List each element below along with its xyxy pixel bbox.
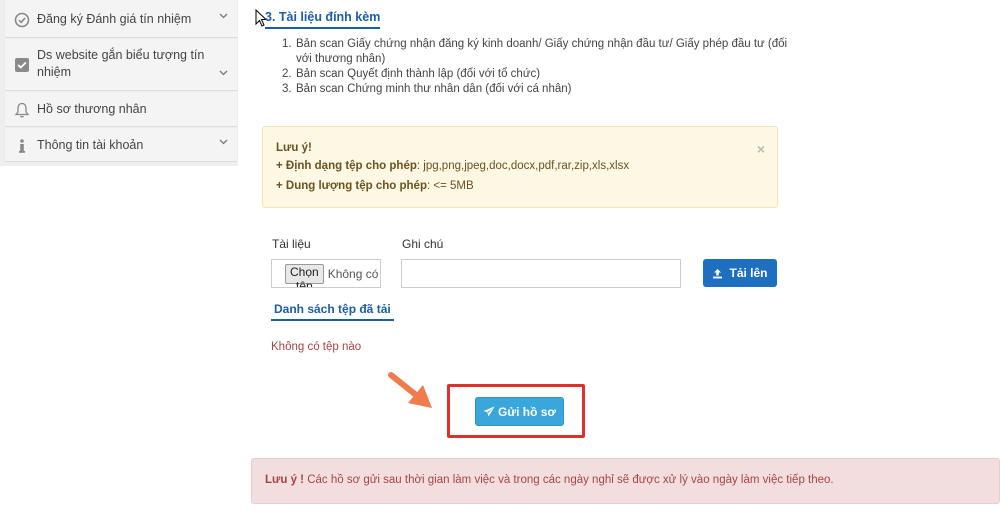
chevron-down-icon — [219, 137, 229, 148]
warning-title: Lưu ý! — [276, 142, 312, 154]
pointer-arrow-icon — [388, 370, 438, 415]
file-requirements-warning: Lưu ý! + Định dạng tệp cho phép: jpg,png… — [262, 126, 778, 208]
selected-file-name: Không có tệp nào được chọn — [327, 266, 380, 281]
send-icon — [483, 406, 495, 417]
sidebar-item-label: Hồ sơ thương nhân — [37, 102, 147, 116]
sidebar-item-label: Thông tin tài khoản — [37, 138, 144, 152]
required-documents-list: 1. Bản scan Giấy chứng nhận đăng ký kinh … — [282, 37, 802, 97]
list-item: 3. Bản scan Chứng minh thư nhân dân (đối … — [282, 83, 572, 95]
sidebar-item-label: Ds website gắn biểu tượng tín nhiệm — [37, 48, 205, 79]
list-item: 2. Bản scan Quyết định thành lập (đối với… — [282, 68, 541, 80]
sidebar-item-account-info[interactable]: Thông tin tài khoản — [5, 128, 237, 162]
chevron-down-icon — [219, 11, 229, 22]
list-item: 1. Bản scan Giấy chứng nhận đăng ký kinh … — [282, 38, 788, 65]
note-input[interactable] — [401, 259, 681, 288]
upload-icon — [713, 268, 723, 278]
no-files-text: Không có tệp nào — [271, 341, 362, 353]
allowed-formats: + Định dạng tệp cho phép: jpg,png,jpeg,d… — [276, 160, 630, 172]
sidebar-item-label: Đăng ký Đánh giá tín nhiệm — [37, 12, 192, 26]
sidebar-item-credit-rating[interactable]: Đăng ký Đánh giá tín nhiệm — [5, 0, 237, 38]
chevron-down-icon — [219, 68, 229, 79]
alert-label: Lưu ý ! — [265, 474, 304, 486]
alert-text: Các hồ sơ gửi sau thời gian làm việc và … — [304, 474, 834, 486]
document-label: Tài liệu — [272, 237, 311, 251]
uploaded-files-title: Danh sách tệp đã tải — [271, 302, 394, 321]
submit-application-button[interactable]: Gửi hồ sơ — [475, 397, 564, 426]
check-square-icon — [13, 56, 31, 74]
bell-icon — [13, 101, 31, 119]
processing-time-alert: Lưu ý ! Các hồ sơ gửi sau thời gian làm … — [251, 458, 1000, 504]
check-circle-icon — [13, 11, 31, 29]
sidebar: Đăng ký Đánh giá tín nhiệm Ds website gắ… — [0, 0, 238, 166]
info-icon — [13, 137, 31, 155]
upload-button[interactable]: Tải lên — [703, 259, 777, 287]
sidebar-item-merchant-profile[interactable]: Hồ sơ thương nhân — [5, 92, 237, 127]
file-input[interactable]: Chọn tệp Không có tệp nào được chọn — [271, 259, 381, 288]
section-title-attachments: 3. Tài liệu đính kèm — [265, 10, 381, 29]
note-label: Ghi chú — [402, 237, 444, 251]
close-icon[interactable]: × — [757, 139, 765, 159]
allowed-size: + Dung lượng tệp cho phép: <= 5MB — [276, 180, 474, 192]
choose-file-button[interactable]: Chọn tệp — [285, 263, 324, 287]
sidebar-item-website-list[interactable]: Ds website gắn biểu tượng tín nhiệm — [5, 39, 237, 91]
